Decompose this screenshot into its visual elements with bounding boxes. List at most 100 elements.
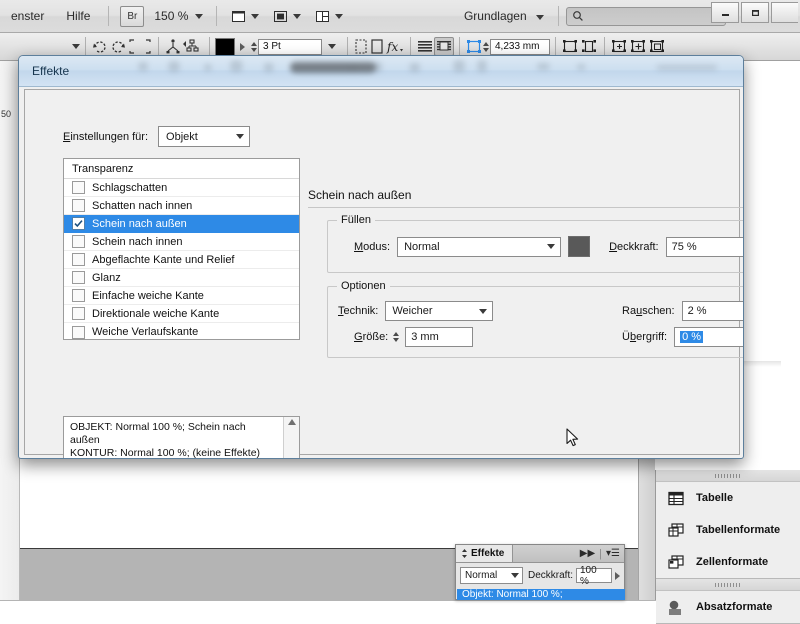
fit-content-proportionally-icon[interactable] xyxy=(561,38,580,55)
effects-opacity-flyout-icon[interactable] xyxy=(615,571,620,580)
stroke-weight-stepper[interactable] xyxy=(251,41,257,52)
spread-field[interactable]: 0 % xyxy=(674,327,743,347)
technique-select[interactable]: Weicher xyxy=(385,301,494,321)
effect-row-glanz[interactable]: Glanz xyxy=(64,269,299,287)
menu-hilfe[interactable]: Hilfe xyxy=(55,0,101,33)
options-divider-7 xyxy=(555,37,556,56)
corner-radius-field[interactable]: 4,233 mm xyxy=(490,38,550,55)
effect-checkbox[interactable] xyxy=(72,325,85,339)
view-options-dropdown[interactable] xyxy=(266,9,308,24)
search-input[interactable] xyxy=(566,6,726,26)
menubar-divider-2 xyxy=(216,6,218,26)
fill-opacity-field[interactable]: 75 % xyxy=(665,236,743,257)
effect-checkbox[interactable] xyxy=(72,271,85,284)
effect-row-schlagschatten[interactable]: Schlagschatten xyxy=(64,179,299,197)
effect-row-schein-nach-aussen[interactable]: Schein nach außen xyxy=(64,215,299,233)
select-content-icon[interactable] xyxy=(182,38,204,55)
window-minimize-button[interactable] xyxy=(711,2,739,23)
chevron-down-icon xyxy=(536,15,544,20)
effect-checkbox[interactable] xyxy=(72,181,85,194)
effects-panel-selected-row[interactable]: Objekt: Normal 100 %; xyxy=(457,589,625,600)
effects-blend-mode-select[interactable]: Normal xyxy=(460,567,523,584)
workspace-switcher[interactable]: Grundlagen xyxy=(457,9,551,23)
panel-dock-grip-icon xyxy=(462,549,467,558)
fit-content-to-frame-icon[interactable] xyxy=(648,38,667,55)
effect-row-weiche-verlaufskante[interactable]: Weiche Verlaufskante xyxy=(64,323,299,339)
bridge-button[interactable]: Br xyxy=(120,5,145,27)
effect-label: Schatten nach innen xyxy=(92,199,193,212)
effects-opacity-field[interactable]: 100 % xyxy=(576,565,612,587)
effect-checkbox[interactable] xyxy=(72,217,85,230)
fill-frame-proportionally-icon[interactable] xyxy=(610,38,629,55)
size-field[interactable]: 3 mm xyxy=(405,327,474,347)
dialog-title: Effekte xyxy=(32,64,70,78)
noise-field[interactable]: 2 % xyxy=(681,301,743,321)
center-content-icon[interactable] xyxy=(629,38,648,55)
effect-row-abgeflachte-kante-und-relief[interactable]: Abgeflachte Kante und Relief xyxy=(64,251,299,269)
text-wrap-bounding-icon[interactable] xyxy=(434,37,454,56)
corner-radius-stepper[interactable] xyxy=(483,41,489,52)
effect-row-einfache-weiche-kante[interactable]: Einfache weiche Kante xyxy=(64,287,299,305)
effect-checkbox[interactable] xyxy=(72,253,85,266)
scroll-up-icon[interactable] xyxy=(287,419,296,425)
effects-panel-controls: Normal Deckkraft: 100 % xyxy=(456,563,624,587)
zoom-level-combo[interactable]: 150 % xyxy=(148,9,209,23)
effect-checkbox[interactable] xyxy=(72,199,85,212)
chevron-down-icon[interactable] xyxy=(72,44,80,49)
effect-row-schein-nach-innen[interactable]: Schein nach innen xyxy=(64,233,299,251)
fill-opacity-label: Deckkraft: xyxy=(609,240,659,253)
rotate-clockwise-icon[interactable] xyxy=(91,38,109,55)
dock-item-tabelle[interactable]: Tabelle xyxy=(656,482,800,514)
screen-mode-dropdown[interactable] xyxy=(224,9,266,24)
stroke-flyout-arrow-icon[interactable] xyxy=(240,42,245,51)
dock-grip-handle[interactable] xyxy=(656,470,800,482)
frame-options-icon[interactable] xyxy=(369,38,385,55)
effects-list[interactable]: Transparenz Schlagschatten Schatten nach… xyxy=(63,158,300,340)
dock-item-label: Absatzformate xyxy=(696,601,773,613)
dock-item-absatzformate[interactable]: Absatzformate xyxy=(656,591,800,623)
panel-dock-rail[interactable] xyxy=(638,455,655,600)
window-maximize-button[interactable] xyxy=(741,2,769,23)
effect-checkbox[interactable] xyxy=(72,235,85,248)
dock-item-zellenformate[interactable]: Zellenformate xyxy=(656,546,800,578)
right-panel-dock: Tabelle Tabellenformate Zellenformate Ab… xyxy=(655,470,800,624)
size-stepper[interactable] xyxy=(393,332,400,342)
menu-fenster[interactable]: enster xyxy=(0,0,55,33)
effect-row-schatten-nach-innen[interactable]: Schatten nach innen xyxy=(64,197,299,215)
stroke-weight-field[interactable]: 3 Pt xyxy=(258,38,322,55)
effects-panel-tab[interactable]: Effekte xyxy=(456,545,514,562)
text-wrap-none-icon[interactable] xyxy=(416,38,434,55)
corner-options-icon[interactable] xyxy=(465,38,483,55)
settings-for-value: Objekt xyxy=(166,130,198,143)
dialog-titlebar[interactable]: Effekte xyxy=(19,56,743,87)
search-icon xyxy=(573,11,583,21)
effects-floating-panel: Effekte ▶▶ | ▾☰ Normal Deckkraft: 100 % … xyxy=(455,544,625,600)
effect-checkbox[interactable] xyxy=(72,289,85,302)
settings-for-select[interactable]: Objekt xyxy=(158,126,251,147)
rotate-counterclockwise-icon[interactable] xyxy=(109,38,127,55)
fit-frame-to-content-icon[interactable] xyxy=(580,38,599,55)
panel-menu-icon[interactable]: ▾☰ xyxy=(602,548,624,559)
effects-fx-icon[interactable]: fx xyxy=(385,38,405,55)
application-menubar: enster Hilfe Br 150 % Grundlagen xyxy=(0,0,800,33)
chevron-down-icon[interactable] xyxy=(328,44,336,49)
blend-mode-select[interactable]: Normal xyxy=(397,236,562,257)
arrange-documents-dropdown[interactable] xyxy=(308,9,350,24)
dock-item-label: Tabelle xyxy=(696,492,734,504)
glow-color-swatch[interactable] xyxy=(568,236,591,257)
panel-collapse-icon[interactable]: ▶▶ xyxy=(576,548,599,559)
grip-dots-icon xyxy=(715,473,741,478)
dock-grip-handle-2[interactable] xyxy=(656,579,800,591)
effect-row-direktionale-weiche-kante[interactable]: Direktionale weiche Kante xyxy=(64,305,299,323)
frame-fitting-icon[interactable] xyxy=(353,38,369,55)
zoom-level-value: 150 % xyxy=(154,9,189,23)
effects-summary-box[interactable]: OBJEKT: Normal 100 %; Schein nach außen … xyxy=(63,416,300,458)
select-container-icon[interactable] xyxy=(164,38,182,55)
flip-icon[interactable] xyxy=(127,38,153,55)
stroke-color-swatch[interactable] xyxy=(215,37,235,56)
effect-label: Einfache weiche Kante xyxy=(92,289,204,302)
effect-checkbox[interactable] xyxy=(72,307,85,320)
window-close-button[interactable] xyxy=(771,2,798,23)
dock-item-tabellenformate[interactable]: Tabellenformate xyxy=(656,514,800,546)
summary-scrollbar[interactable] xyxy=(283,417,299,458)
